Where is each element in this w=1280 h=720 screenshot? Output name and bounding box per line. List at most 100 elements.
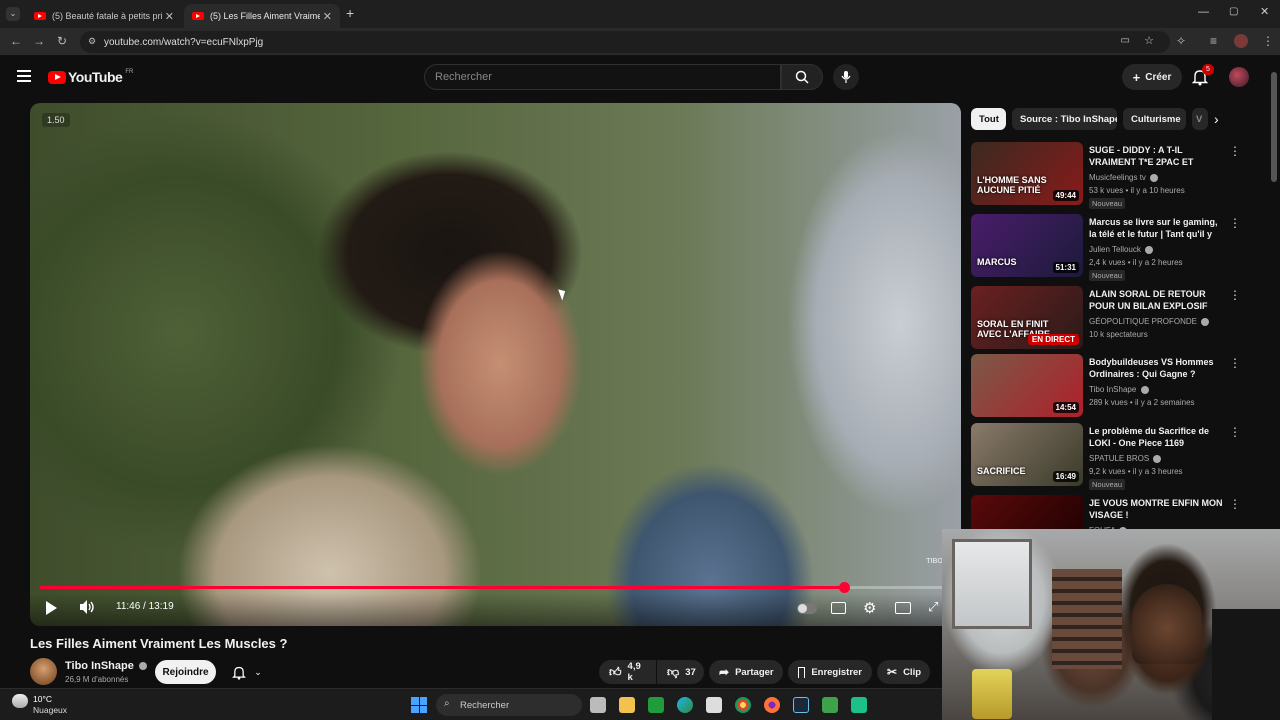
edge-browser-icon[interactable] <box>677 697 693 713</box>
browser-menu-icon[interactable]: ⋮ <box>1262 34 1274 48</box>
youtube-favicon-icon <box>34 12 46 20</box>
account-avatar[interactable] <box>1229 67 1249 87</box>
video-thumbnail[interactable]: 14:54 <box>971 354 1083 417</box>
fullscreen-icon[interactable]: ⤢ <box>928 599 938 615</box>
channel-name-text: SPATULE BROS <box>1089 454 1150 463</box>
verified-icon <box>138 662 147 671</box>
recommendation-channel[interactable]: Musicfeelings tv <box>1089 173 1159 182</box>
share-arrow-icon: ➦ <box>719 665 730 679</box>
bookmark-star-icon[interactable]: ☆ <box>1144 34 1154 47</box>
search-input[interactable]: Rechercher <box>424 64 781 90</box>
recommendation-channel[interactable]: GÉOPOLITIQUE PROFONDE <box>1089 317 1210 326</box>
windows-start-icon[interactable] <box>411 697 427 713</box>
scissors-icon: ✂ <box>887 665 898 679</box>
more-options-icon[interactable]: ⋮ <box>1229 425 1241 439</box>
store-icon[interactable] <box>706 697 722 713</box>
profile-avatar[interactable] <box>1234 34 1248 48</box>
extensions-icon[interactable]: ✧ <box>1176 34 1186 48</box>
page-scrollbar[interactable] <box>1271 72 1277 182</box>
settings-gear-icon[interactable]: ⚙ <box>863 599 876 617</box>
progress-bar[interactable] <box>40 582 951 593</box>
video-thumbnail[interactable]: L'HOMME SANS AUCUNE PITIÉ 49:44 <box>971 142 1083 205</box>
notifications-button[interactable]: 5 <box>1191 64 1214 91</box>
app-icon[interactable] <box>851 697 867 713</box>
firefox-icon[interactable] <box>764 697 780 713</box>
recommendation-item[interactable]: MARCUS 51:31 Marcus se livre sur le gaming… <box>971 214 1251 281</box>
create-button[interactable]: + Créer <box>1122 64 1182 90</box>
webcam-overlay <box>942 529 1280 720</box>
browser-tab-2[interactable]: (5) Les Filles Aiment Vraiment L... ✕ <box>184 4 340 28</box>
back-icon[interactable]: ← <box>10 34 22 48</box>
search-icon: ⌕ <box>444 698 450 709</box>
theater-mode-icon[interactable] <box>895 602 911 614</box>
recommendation-title[interactable]: Bodybuildeuses VS Hommes Ordinaires : Qu… <box>1089 356 1224 380</box>
file-explorer-icon[interactable] <box>619 697 635 713</box>
video-thumbnail[interactable]: MARCUS 51:31 <box>971 214 1083 277</box>
hamburger-menu-icon[interactable] <box>17 70 31 82</box>
recommendation-channel[interactable]: Tibo InShape <box>1089 385 1149 394</box>
progress-scrubber[interactable] <box>839 582 851 593</box>
site-info-icon[interactable]: ⚙ <box>88 36 96 47</box>
subscription-bell-button[interactable]: ⌄ <box>222 660 272 684</box>
voice-search-button[interactable] <box>833 64 859 90</box>
video-thumbnail[interactable]: SORAL EN FINIT AVEC L'AFFAIRE EN DIRECT <box>971 286 1083 349</box>
dislike-button[interactable]: 👎︎ 37 <box>657 660 704 684</box>
streamlabs-icon[interactable] <box>822 697 838 713</box>
reload-icon[interactable]: ↻ <box>57 34 67 48</box>
chevron-right-icon[interactable]: › <box>1214 111 1219 127</box>
video-thumbnail[interactable]: SACRIFICE 16:49 <box>971 423 1083 486</box>
close-tab-icon[interactable]: ✕ <box>165 10 174 23</box>
recommendation-title[interactable]: SUGE - DIDDY : A T-IL VRAIMENT T*E 2PAC … <box>1089 144 1224 170</box>
video-player[interactable]: 1.50 TIBO 11:46 / 13:19 ⚙ ⤢ <box>30 103 961 626</box>
chrome-browser-icon[interactable] <box>735 697 751 713</box>
recommendation-channel[interactable]: SPATULE BROS <box>1089 454 1162 463</box>
tab-search-icon[interactable]: ⌄ <box>6 7 20 21</box>
recommendation-item[interactable]: L'HOMME SANS AUCUNE PITIÉ 49:44 SUGE - DID… <box>971 142 1251 209</box>
clip-button[interactable]: ✂ Clip <box>877 660 930 684</box>
recommendation-title[interactable]: ALAIN SORAL DE RETOUR POUR UN BILAN EXPL… <box>1089 288 1224 314</box>
maximize-icon[interactable]: ▢ <box>1229 6 1238 17</box>
recommendation-title[interactable]: JE VOUS MONTRE ENFIN MON VISAGE ! <box>1089 497 1224 521</box>
reading-list-icon[interactable]: ≡ <box>1210 34 1217 48</box>
search-button[interactable] <box>781 64 823 90</box>
channel-name[interactable]: Tibo InShape <box>65 660 147 672</box>
chip-partial[interactable]: V <box>1192 108 1208 130</box>
channel-avatar[interactable] <box>30 658 57 685</box>
chip-source[interactable]: Source : Tibo InShape <box>1012 108 1117 130</box>
forward-icon[interactable]: → <box>33 34 45 48</box>
close-tab-icon[interactable]: ✕ <box>323 10 332 23</box>
join-button[interactable]: Rejoindre <box>155 660 216 684</box>
browser-tab-1[interactable]: (5) Beauté fatale à petits prix | ... ✕ <box>26 4 182 28</box>
chip-culturisme[interactable]: Culturisme <box>1123 108 1186 130</box>
recommendation-item[interactable]: 14:54 Bodybuildeuses VS Hommes Ordinaires… <box>971 354 1251 420</box>
play-icon[interactable] <box>46 601 57 615</box>
xbox-app-icon[interactable] <box>648 697 664 713</box>
steam-icon[interactable] <box>793 697 809 713</box>
recommendation-channel[interactable]: Julien Tellouck <box>1089 245 1154 254</box>
cast-icon[interactable]: ▭ <box>1121 35 1130 46</box>
chip-all[interactable]: Tout <box>971 108 1006 130</box>
like-button[interactable]: 👍︎ 4,9 k <box>599 660 656 684</box>
more-options-icon[interactable]: ⋮ <box>1229 144 1241 158</box>
recommendation-item[interactable]: SORAL EN FINIT AVEC L'AFFAIRE EN DIRECT AL… <box>971 286 1251 352</box>
minimize-icon[interactable]: — <box>1198 6 1209 18</box>
address-bar[interactable]: ⚙ youtube.com/watch?v=ecuFNlxpPjg ▭ ☆ <box>80 31 1170 53</box>
autoplay-toggle[interactable] <box>797 603 817 614</box>
recommendation-title[interactable]: Marcus se livre sur le gaming, la télé e… <box>1089 216 1224 242</box>
share-button[interactable]: ➦ Partager <box>709 660 783 684</box>
new-tab-icon[interactable]: + <box>346 5 354 21</box>
more-options-icon[interactable]: ⋮ <box>1229 356 1241 370</box>
subtitles-icon[interactable] <box>831 602 846 614</box>
more-options-icon[interactable]: ⋮ <box>1229 288 1241 302</box>
volume-icon[interactable] <box>78 599 96 618</box>
close-window-icon[interactable]: ✕ <box>1260 5 1269 18</box>
youtube-logo[interactable]: YouTube FR <box>48 69 133 85</box>
recommendation-title[interactable]: Le problème du Sacrifice de LOKI - One P… <box>1089 425 1224 449</box>
save-button[interactable]: Enregistrer <box>788 660 872 684</box>
taskbar-search-input[interactable]: ⌕ Rechercher <box>436 694 582 716</box>
more-options-icon[interactable]: ⋮ <box>1229 216 1241 230</box>
recommendation-meta: 53 k vues • il y a 10 heures <box>1089 186 1185 195</box>
task-view-icon[interactable] <box>590 697 606 713</box>
recommendation-item[interactable]: SACRIFICE 16:49 Le problème du Sacrifice d… <box>971 423 1251 490</box>
more-options-icon[interactable]: ⋮ <box>1229 497 1241 511</box>
